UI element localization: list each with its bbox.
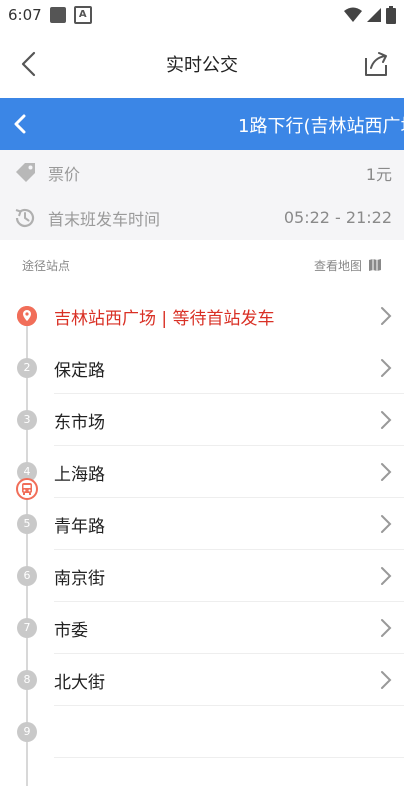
station-name: 市委: [54, 621, 88, 641]
station-item[interactable]: 2 保定路: [0, 342, 404, 394]
station-index: 8: [17, 670, 37, 690]
schedule-row: 首末班发车时间 05:22 - 21:22: [0, 195, 404, 240]
station-name: 南京街: [54, 569, 105, 589]
station-index: 9: [17, 722, 37, 742]
station-name: 北大街: [54, 673, 105, 693]
map-icon: [369, 259, 381, 271]
ticket-icon: [12, 160, 38, 186]
station-name: 青年路: [54, 517, 105, 537]
station-index: 6: [17, 566, 37, 586]
chevron-right-icon: [381, 671, 392, 689]
status-time: 6:07: [8, 6, 42, 24]
view-map-label: 查看地图: [313, 258, 362, 273]
station-index: 7: [17, 618, 37, 638]
station-name: 上海路: [54, 465, 105, 485]
station-item[interactable]: 7 市委: [0, 602, 404, 654]
signal-icon: [367, 8, 381, 22]
chevron-right-icon: [381, 515, 392, 533]
chevron-right-icon: [381, 411, 392, 429]
notification-icon: [49, 7, 66, 23]
schedule-value: 05:22 - 21:22: [283, 208, 392, 227]
route-back-icon[interactable]: [10, 110, 32, 138]
station-item[interactable]: 吉林站西广场 | 等待首站发车: [0, 290, 404, 342]
location-pin-icon: [17, 306, 37, 326]
battery-icon: [386, 6, 396, 24]
station-index: 5: [17, 514, 37, 534]
chevron-right-icon: [381, 359, 392, 377]
fare-value: 1元: [365, 164, 392, 184]
chevron-right-icon: [381, 307, 392, 325]
chevron-right-icon: [381, 463, 392, 481]
wifi-icon: [344, 7, 362, 22]
station-name: 保定路: [54, 361, 105, 381]
stations-header: 途径站点 查看地图: [0, 240, 404, 290]
divider: [54, 757, 404, 758]
station-item[interactable]: 3 东市场: [0, 394, 404, 446]
fare-label: 票价: [48, 164, 81, 184]
station-list: 吉林站西广场 | 等待首站发车 2 保定路 3 东市场 4 上海路 5 青年路 …: [0, 290, 404, 786]
station-item[interactable]: 5 青年路: [0, 498, 404, 550]
history-icon: [12, 205, 38, 231]
app-header: 实时公交: [0, 30, 404, 98]
station-item[interactable]: 9: [0, 706, 404, 758]
view-map-link[interactable]: 查看地图: [314, 257, 382, 274]
chevron-right-icon: [381, 567, 392, 585]
status-bar: 6:07 A: [0, 0, 404, 30]
chevron-right-icon: [381, 619, 392, 637]
back-button[interactable]: [16, 50, 44, 78]
station-item[interactable]: 6 南京街: [0, 550, 404, 602]
accessibility-icon: A: [73, 6, 92, 24]
station-name: 吉林站西广场 | 等待首站发车: [54, 309, 275, 329]
station-index: 3: [17, 410, 37, 430]
schedule-label: 首末班发车时间: [48, 209, 161, 229]
station-item[interactable]: 8 北大街: [0, 654, 404, 706]
station-item[interactable]: 4 上海路: [0, 446, 404, 498]
bus-icon: [16, 478, 38, 500]
station-name: 东市场: [54, 413, 105, 433]
station-index: 2: [17, 358, 37, 378]
fare-row: 票价 1元: [0, 150, 404, 195]
stations-title: 途径站点: [22, 258, 71, 273]
info-panel: 票价 1元 首末班发车时间 05:22 - 21:22: [0, 150, 404, 240]
share-button[interactable]: [362, 50, 390, 78]
route-bar: 1路下行(吉林站西广场: [0, 98, 404, 150]
route-name: 1路下行(吉林站西广场: [238, 116, 404, 137]
page-title: 实时公交: [166, 55, 238, 76]
